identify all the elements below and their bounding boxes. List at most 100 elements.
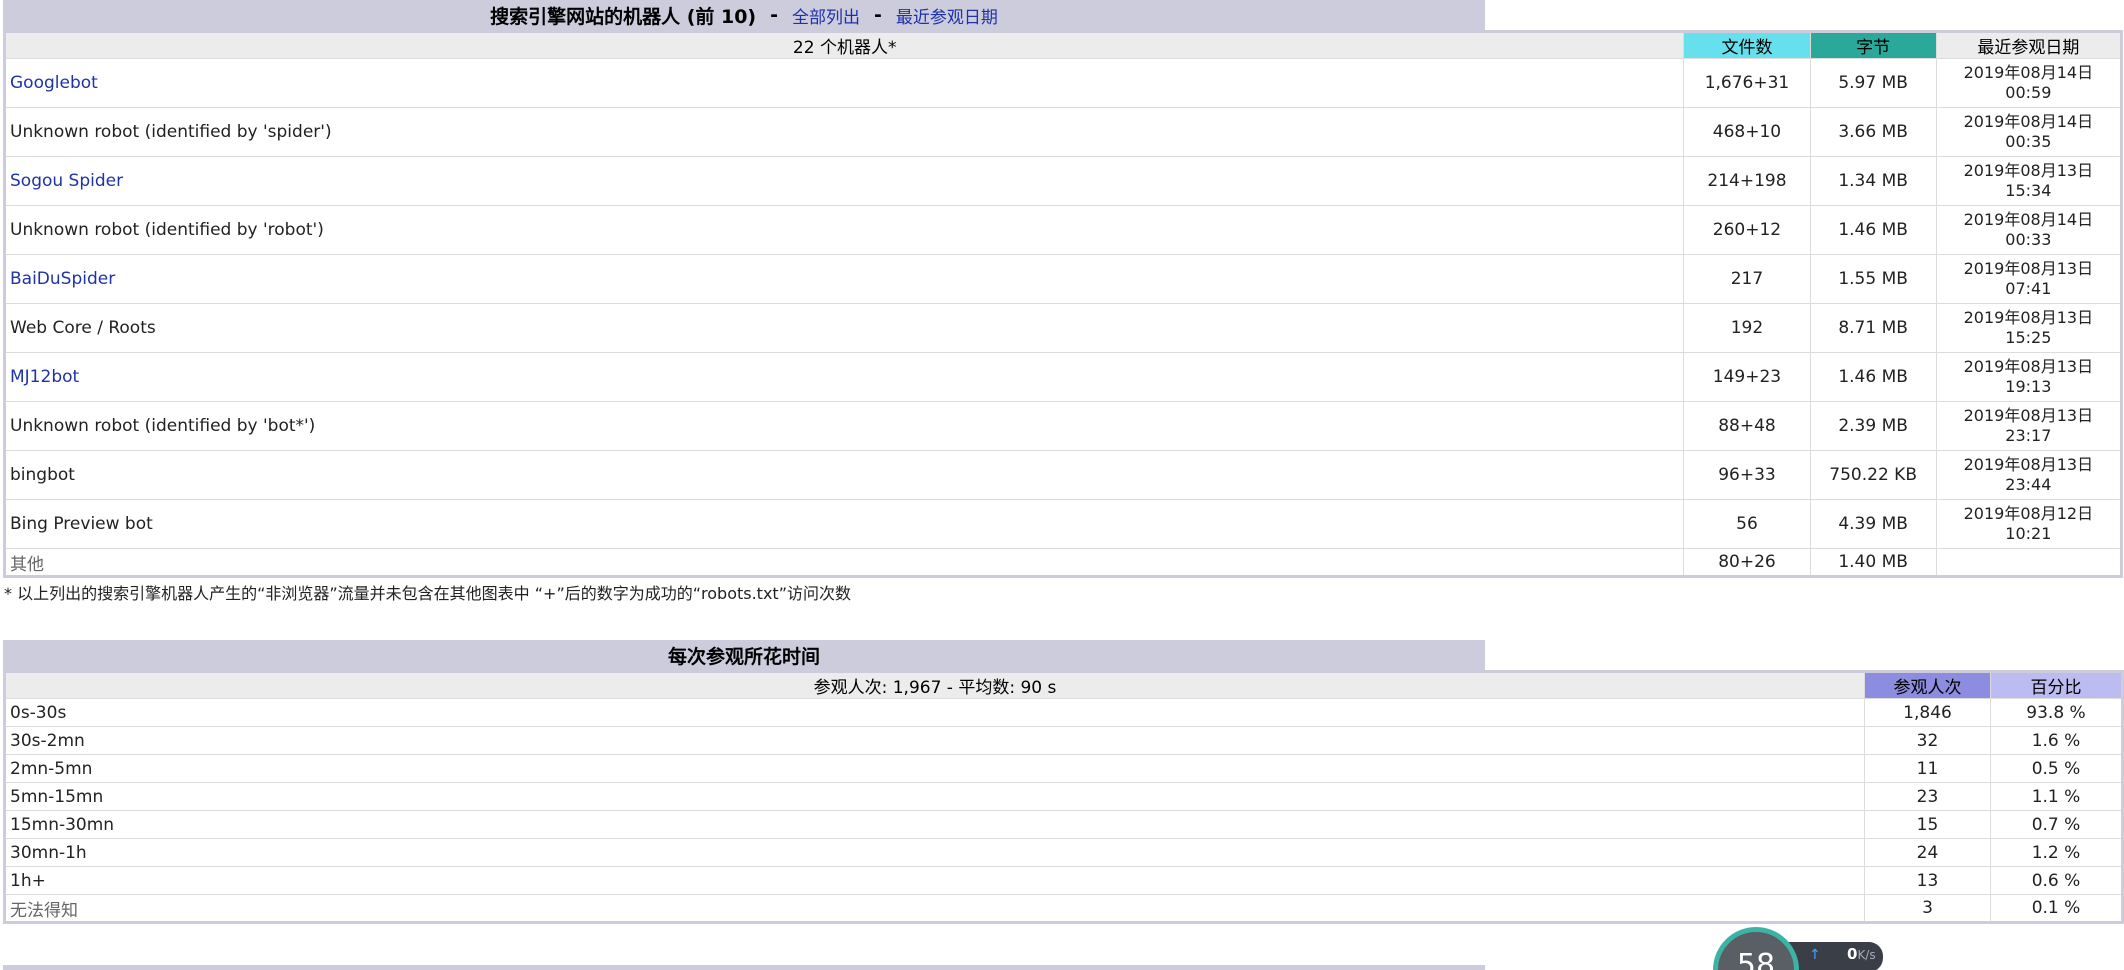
speed-value: 0 [1847,945,1858,963]
table-row: bingbot 96+33 750.22 KB 2019年08月13日 23:44 [3,450,2123,500]
duration-unknown-visits: 3 [1864,894,1991,923]
robot-name: Unknown robot (identified by 'bot*') [3,401,1685,451]
duration-range: 1h+ [4,866,1865,895]
robots-count-header: 22 个机器人* [3,31,1685,59]
duration-range: 0s-30s [4,698,1865,727]
visit-date: 2019年08月14日 [1963,63,2094,82]
duration-title: 每次参观所花时间 [667,645,820,668]
robot-bytes: 5.97 MB [1809,58,1937,108]
robot-other-files: 80+26 [1683,548,1811,577]
robot-files: 468+10 [1683,107,1811,157]
table-row: BaiDuSpider 217 1.55 MB 2019年08月13日 07:41 [3,254,2123,304]
table-row: Sogou Spider 214+198 1.34 MB 2019年08月13日… [3,156,2123,206]
duration-visits: 24 [1864,838,1991,867]
duration-percent: 0.6 % [1990,866,2123,895]
duration-percent: 1.6 % [1990,726,2123,755]
robot-name-link[interactable]: MJ12bot [10,367,79,387]
visit-date: 2019年08月13日 [1963,455,2094,474]
duration-visits: 15 [1864,810,1991,839]
visits-header: 参观人次 [1864,671,1991,699]
bytes-header: 字节 [1809,31,1937,59]
robot-last-visit: 2019年08月13日 23:17 [1935,401,2123,451]
table-row: Unknown robot (identified by 'bot*') 88+… [3,401,2123,451]
robot-bytes: 1.46 MB [1809,352,1937,402]
files-header: 文件数 [1683,31,1811,59]
speed-widget-circle[interactable]: 58 [1713,927,1799,970]
robot-files: 1,676+31 [1683,58,1811,108]
robot-bytes: 8.71 MB [1809,303,1937,353]
robot-files: 88+48 [1683,401,1811,451]
robot-files: 260+12 [1683,205,1811,255]
visit-date: 2019年08月13日 [1963,308,2094,327]
robot-bytes: 3.66 MB [1809,107,1937,157]
visit-time: 23:44 [2005,475,2052,494]
visit-date: 2019年08月13日 [1963,161,2094,180]
percent-header: 百分比 [1990,671,2123,699]
duration-percent: 93.8 % [1990,698,2123,727]
duration-section-title: 每次参观所花时间 [3,640,1485,670]
visit-time: 10:21 [2005,524,2052,543]
robot-last-visit: 2019年08月13日 19:13 [1935,352,2123,402]
speed-widget[interactable]: 58 ↑ 0K/s [1713,927,1895,970]
visit-date: 2019年08月13日 [1963,259,2094,278]
visit-time: 00:35 [2005,132,2052,151]
duration-range: 30mn-1h [4,838,1865,867]
robot-last-visit: 2019年08月14日 00:59 [1935,58,2123,108]
robot-files: 149+23 [1683,352,1811,402]
duration-visits: 32 [1864,726,1991,755]
title-separator: - [770,4,779,26]
robot-files: 192 [1683,303,1811,353]
robots-table: 22 个机器人* 文件数 字节 最近参观日期 Googlebot 1,676+3… [3,30,2123,578]
duration-unknown-label: 无法得知 [4,894,1865,923]
table-row: Googlebot 1,676+31 5.97 MB 2019年08月14日 00… [3,58,2123,108]
visit-date: 2019年08月12日 [1963,504,2094,523]
table-row: 30s-2mn 32 1.6 % [4,726,2123,755]
robot-last-visit: 2019年08月13日 15:25 [1935,303,2123,353]
robot-bytes: 4.39 MB [1809,499,1937,549]
upload-arrow-icon: ↑ [1809,947,1821,963]
visit-time: 15:25 [2005,328,2052,347]
table-row: 2mn-5mn 11 0.5 % [4,754,2123,783]
speed-readout: 0K/s [1847,945,1876,963]
table-row: 30mn-1h 24 1.2 % [4,838,2123,867]
robot-files: 96+33 [1683,450,1811,500]
robots-section-title: 搜索引擎网站的机器人 (前 10) - 全部列出 - 最近参观日期 [3,0,1485,30]
duration-visits: 23 [1864,782,1991,811]
robot-name-link[interactable]: BaiDuSpider [10,269,115,289]
list-all-link[interactable]: 全部列出 [792,3,860,28]
robots-footnote: * 以上列出的搜索引擎机器人产生的“非浏览器”流量并未包含在其他图表中 “+”后… [4,584,851,603]
table-row: Bing Preview bot 56 4.39 MB 2019年08月12日 1… [3,499,2123,549]
last-visit-link[interactable]: 最近参观日期 [896,3,998,28]
robot-last-visit: 2019年08月14日 00:33 [1935,205,2123,255]
duration-percent: 0.5 % [1990,754,2123,783]
robot-bytes: 2.39 MB [1809,401,1937,451]
speed-unit: K/s [1857,948,1876,962]
duration-visits: 13 [1864,866,1991,895]
robot-last-visit: 2019年08月13日 07:41 [1935,254,2123,304]
next-section-title [3,965,1485,970]
last-visit-header: 最近参观日期 [1935,31,2123,59]
duration-visits: 1,846 [1864,698,1991,727]
robot-other-bytes: 1.40 MB [1809,548,1937,577]
duration-table: 参观人次: 1,967 - 平均数: 90 s 参观人次 百分比 0s-30s … [3,670,2124,924]
robot-files: 56 [1683,499,1811,549]
table-row: 0s-30s 1,846 93.8 % [4,698,2123,727]
duration-percent: 1.2 % [1990,838,2123,867]
title-separator: - [874,4,882,26]
visit-date: 2019年08月13日 [1963,357,2094,376]
robots-title: 搜索引擎网站的机器人 (前 10) [490,5,757,28]
robot-name-link[interactable]: Googlebot [10,73,98,93]
visit-date: 2019年08月14日 [1963,112,2094,131]
table-row: 15mn-30mn 15 0.7 % [4,810,2123,839]
robot-name: Bing Preview bot [3,499,1685,549]
duration-range: 5mn-15mn [4,782,1865,811]
robot-bytes: 750.22 KB [1809,450,1937,500]
robot-last-visit: 2019年08月13日 23:44 [1935,450,2123,500]
robot-name: bingbot [3,450,1685,500]
visit-time: 07:41 [2005,279,2052,298]
table-row: 5mn-15mn 23 1.1 % [4,782,2123,811]
table-row-other: 其他 80+26 1.40 MB [3,548,2123,577]
robot-name-link[interactable]: Sogou Spider [10,171,123,191]
duration-percent: 1.1 % [1990,782,2123,811]
duration-visits: 11 [1864,754,1991,783]
